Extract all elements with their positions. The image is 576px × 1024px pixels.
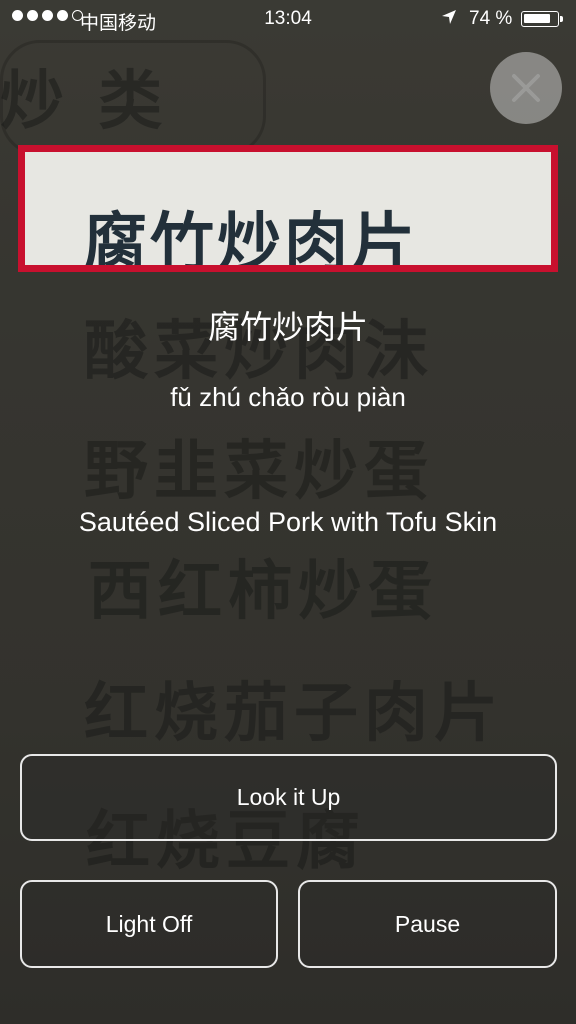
battery-icon bbox=[521, 11, 559, 27]
result-pinyin: fǔ zhú chǎo ròu piàn bbox=[170, 382, 406, 412]
battery-percentage: 74 % bbox=[469, 8, 513, 29]
result-english: Sautéed Sliced Pork with Tofu Skin bbox=[78, 507, 498, 537]
captured-text: 腐竹炒肉片 bbox=[83, 207, 418, 272]
scan-frame: 腐竹炒肉片 bbox=[18, 145, 558, 272]
location-arrow-icon bbox=[442, 10, 456, 24]
result-hanzi: 腐竹炒肉片 bbox=[207, 308, 368, 346]
close-button[interactable] bbox=[490, 52, 562, 124]
pause-button[interactable]: Pause bbox=[298, 880, 557, 968]
pause-label: Pause bbox=[394, 910, 461, 937]
status-bar: 中国移动 13:04 74 % bbox=[0, 0, 576, 40]
look-it-up-label: Look it Up bbox=[236, 784, 341, 810]
look-it-up-button[interactable]: Look it Up bbox=[20, 754, 557, 841]
close-icon bbox=[512, 74, 540, 102]
light-off-button[interactable]: Light Off bbox=[20, 880, 278, 968]
light-off-label: Light Off bbox=[105, 910, 193, 937]
battery-tip bbox=[560, 16, 563, 22]
